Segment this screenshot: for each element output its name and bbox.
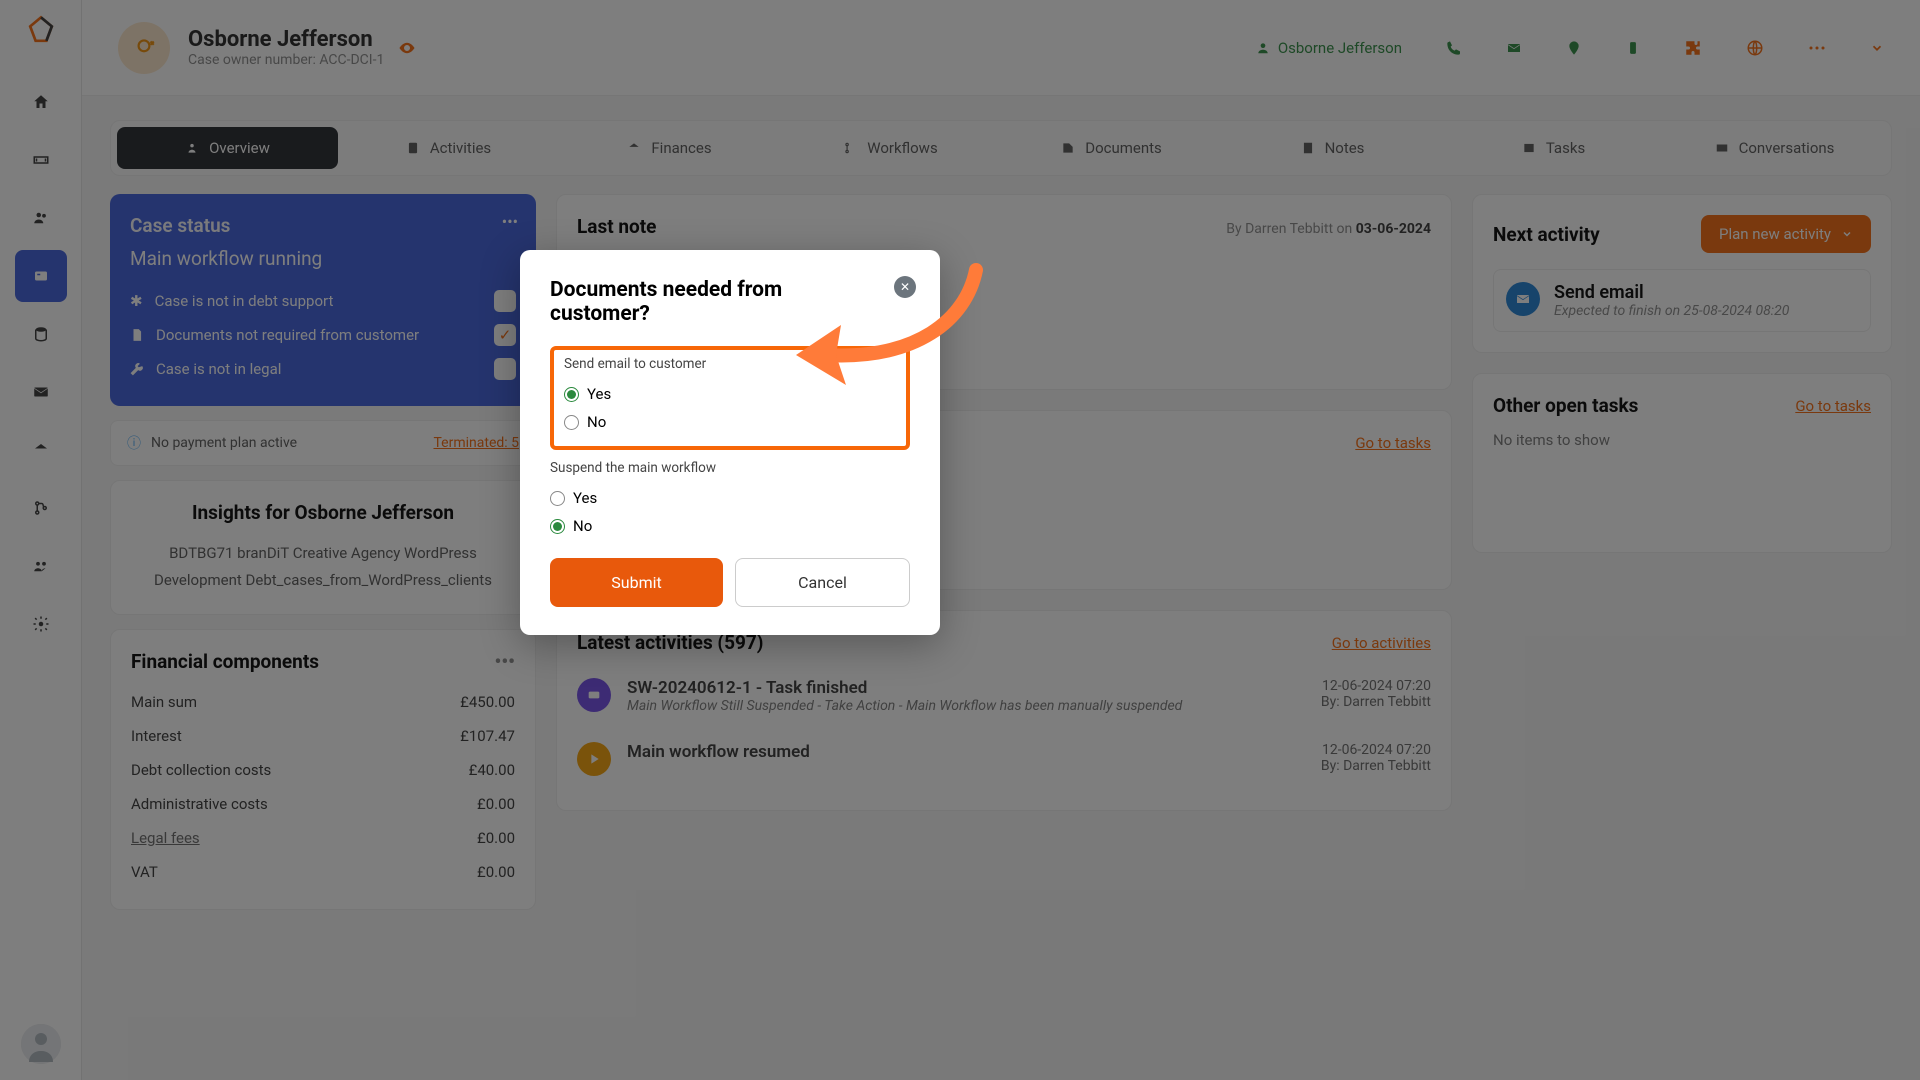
- submit-button[interactable]: Submit: [550, 558, 723, 607]
- radio-icon: [550, 491, 565, 506]
- radio-send-email-yes[interactable]: Yes: [564, 380, 896, 408]
- radio-group-label: Send email to customer: [564, 356, 896, 372]
- radio-group-label: Suspend the main workflow: [550, 460, 910, 476]
- documents-needed-modal: Documents needed from customer? ✕ Send e…: [520, 250, 940, 635]
- cancel-button[interactable]: Cancel: [735, 558, 910, 607]
- suspend-workflow-group: Suspend the main workflow Yes No: [550, 460, 910, 540]
- radio-suspend-yes[interactable]: Yes: [550, 484, 910, 512]
- modal-title: Documents needed from customer?: [550, 278, 910, 326]
- highlighted-radio-group: Send email to customer Yes No: [550, 346, 910, 450]
- radio-send-email-no[interactable]: No: [564, 408, 896, 436]
- radio-icon: [564, 415, 579, 430]
- radio-icon: [564, 387, 579, 402]
- modal-close-button[interactable]: ✕: [894, 276, 916, 298]
- radio-icon: [550, 519, 565, 534]
- modal-backdrop[interactable]: [0, 0, 1920, 1080]
- radio-suspend-no[interactable]: No: [550, 512, 910, 540]
